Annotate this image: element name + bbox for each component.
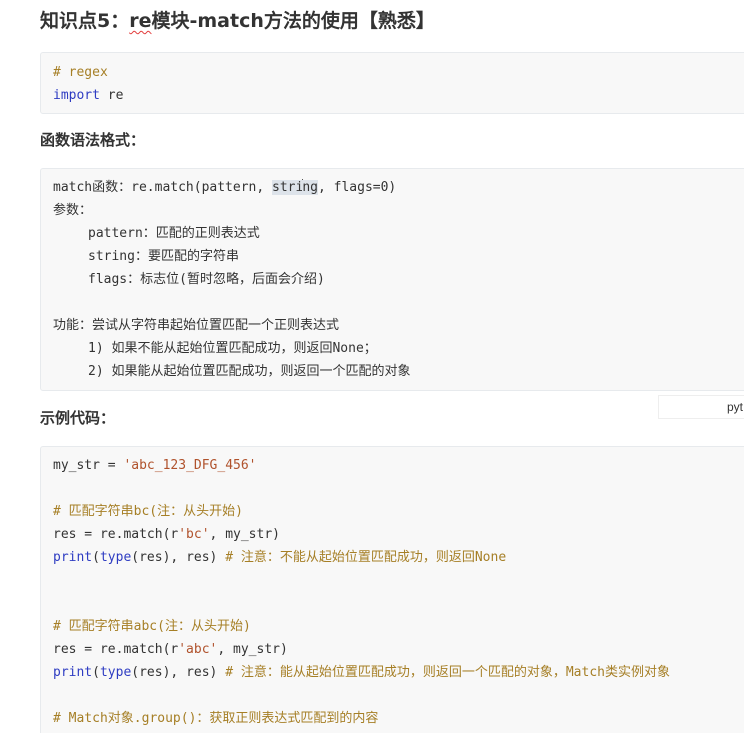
code-comment: # 注意：不能从起始位置匹配成功，则返回None [225, 550, 507, 565]
code-line: string：要匹配的字符串 [88, 249, 239, 264]
code-text: , my_str) [209, 527, 280, 542]
code-comment: # 匹配字符串abc(注：从头开始) [53, 619, 251, 634]
code-text: , flags=0) [317, 180, 397, 195]
code-block-syntax[interactable]: match函数：re.match(pattern, string, flags=… [40, 168, 744, 391]
code-language-selector[interactable]: pyt [658, 395, 744, 419]
code-line: import re [53, 84, 123, 107]
code-text: res = re.match(r [53, 527, 179, 542]
code-string: 'abc' [178, 642, 218, 657]
code-line: # 匹配字符串bc(注：从头开始) [53, 500, 243, 523]
code-line: flags：标志位(暂时忽略，后面会介绍) [88, 272, 325, 287]
code-line: # Match对象.group()：获取正则表达式匹配到的内容 [53, 707, 378, 730]
code-line: 功能：尝试从字符串起始位置匹配一个正则表达式 [53, 318, 340, 333]
code-line: match函数：re.match(pattern, string, flags=… [53, 176, 396, 199]
code-text: (res), res) [131, 665, 226, 680]
code-text: , my_str) [217, 642, 288, 657]
code-keyword: import [53, 88, 100, 103]
code-text: ( [92, 665, 100, 680]
code-line: 参数： [53, 203, 93, 218]
code-comment: # 匹配字符串bc(注：从头开始) [53, 504, 243, 519]
code-line: my_str = 'abc_123_DFG_456' [53, 454, 257, 477]
code-string: 'bc' [178, 527, 210, 542]
code-builtin: print [53, 665, 93, 680]
code-block-import[interactable]: # regex import re [40, 52, 744, 114]
code-comment: # Match对象.group()：获取正则表达式匹配到的内容 [53, 711, 379, 726]
code-builtin: print [53, 550, 93, 565]
code-text: my_str = [53, 458, 124, 473]
code-line: # 匹配字符串abc(注：从头开始) [53, 615, 251, 638]
selected-text: ng [302, 180, 318, 195]
code-text: (res), res) [131, 550, 226, 565]
code-line: 1) 如果不能从起始位置匹配成功，则返回None； [88, 341, 377, 356]
code-line: pattern：匹配的正则表达式 [88, 226, 260, 241]
code-builtin: type [99, 665, 132, 680]
code-builtin: type [99, 550, 132, 565]
code-line: res = re.match(r'bc', my_str) [53, 523, 280, 546]
page-title: 知识点5：re模块-match方法的使用【熟悉】 [40, 6, 435, 36]
title-spellcheck-word: re [129, 10, 152, 32]
code-block-example[interactable]: my_str = 'abc_123_DFG_456' # 匹配字符串bc(注：从… [40, 446, 744, 733]
selected-text: stri [272, 180, 304, 195]
code-text: re [99, 88, 124, 103]
code-text: match函数：re.match(pattern, [53, 180, 273, 195]
section-heading-example: 示例代码： [40, 409, 116, 427]
section-heading-syntax: 函数语法格式： [40, 131, 146, 149]
code-comment: # regex [53, 65, 108, 80]
code-comment: # 注意：能从起始位置匹配成功，则返回一个匹配的对象，Match类实例对象 [225, 665, 670, 680]
code-string: 'abc_123_DFG_456' [123, 458, 257, 473]
code-text: res = re.match(r [53, 642, 179, 657]
title-suffix: 模块-match方法的使用【熟悉】 [151, 10, 435, 32]
code-line: res = re.match(r'abc', my_str) [53, 638, 288, 661]
code-line: print(type(res), res) # 注意：能从起始位置匹配成功，则返… [53, 661, 670, 684]
code-text: ( [92, 550, 100, 565]
title-prefix: 知识点5： [40, 10, 130, 32]
code-line: # regex [53, 61, 108, 84]
code-line: print(type(res), res) # 注意：不能从起始位置匹配成功，则… [53, 546, 506, 569]
code-line: 2) 如果能从起始位置匹配成功，则返回一个匹配的对象 [88, 364, 411, 379]
